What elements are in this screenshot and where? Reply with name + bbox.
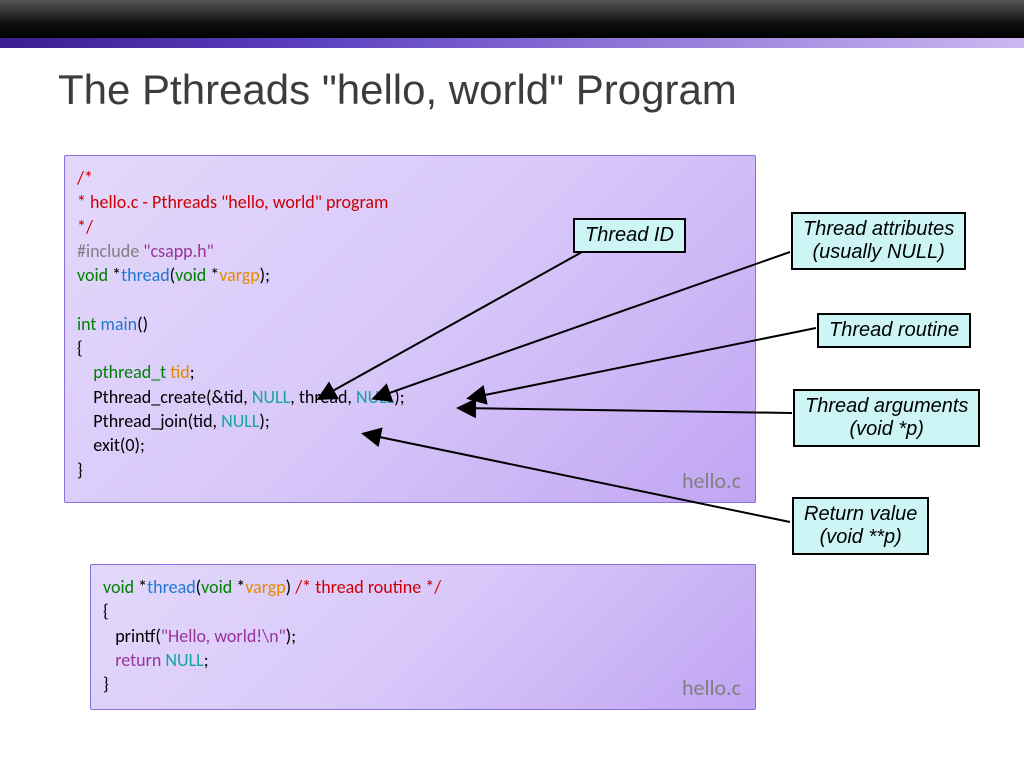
code-line: printf("Hello, world!\n"); bbox=[103, 624, 743, 648]
code-line: pthread_t tid; bbox=[77, 360, 743, 384]
code-line: Pthread_join(tid, NULL); bbox=[77, 409, 743, 433]
accent-strip bbox=[0, 38, 1024, 48]
callout-thread-id: Thread ID bbox=[573, 218, 686, 253]
code-line: void *thread(void *vargp); bbox=[77, 263, 743, 287]
callout-return-value: Return value(void **p) bbox=[792, 497, 929, 555]
code-line: { bbox=[103, 599, 743, 623]
code-box-thread: void *thread(void *vargp) /* thread rout… bbox=[90, 564, 756, 710]
code-line: Pthread_create(&tid, NULL, thread, NULL)… bbox=[77, 385, 743, 409]
code-line: } bbox=[103, 672, 743, 696]
top-bar bbox=[0, 0, 1024, 38]
callout-thread-attrs: Thread attributes(usually NULL) bbox=[791, 212, 966, 270]
slide-title: The Pthreads "hello, world" Program bbox=[58, 66, 1024, 114]
code-line: } bbox=[77, 458, 743, 482]
code-line: * hello.c - Pthreads "hello, world" prog… bbox=[77, 190, 743, 214]
callout-thread-args: Thread arguments(void *p) bbox=[793, 389, 980, 447]
code-line: /* bbox=[77, 166, 743, 190]
code-line: int main() bbox=[77, 312, 743, 336]
file-label: hello.c bbox=[682, 673, 741, 703]
callout-thread-routine: Thread routine bbox=[817, 313, 971, 348]
code-box-main: /* * hello.c - Pthreads "hello, world" p… bbox=[64, 155, 756, 503]
code-line: exit(0); bbox=[77, 433, 743, 457]
code-line: return NULL; bbox=[103, 648, 743, 672]
code-blank bbox=[77, 287, 743, 311]
file-label: hello.c bbox=[682, 466, 741, 496]
code-line: { bbox=[77, 336, 743, 360]
code-line: void *thread(void *vargp) /* thread rout… bbox=[103, 575, 743, 599]
